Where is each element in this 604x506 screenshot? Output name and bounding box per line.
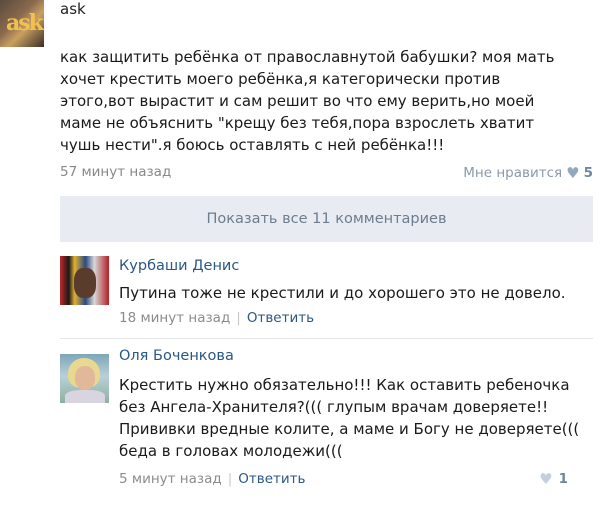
- comment-avatar[interactable]: [60, 354, 109, 403]
- like-label: Мне нравится: [463, 165, 563, 181]
- post-text: как защитить ребёнка от православнутой б…: [60, 46, 600, 156]
- heart-icon: ♥: [566, 164, 580, 182]
- comment-text: Крестить нужно обязательно!!! Как остави…: [119, 374, 579, 462]
- comment-meta: 5 минут назад | Ответить: [119, 471, 305, 487]
- post-like-button[interactable]: Мне нравится ♥ 5: [463, 164, 593, 182]
- heart-icon: ♥: [539, 470, 553, 488]
- comment-text-line: без Ангела-Хранителя?((( глупым врачам д…: [119, 398, 549, 416]
- comment-timestamp[interactable]: 18 минут назад: [119, 310, 230, 326]
- post-text-line: как защитить ребёнка от православнутой б…: [60, 48, 555, 66]
- post-author-avatar[interactable]: ask: [0, 0, 44, 47]
- reply-button[interactable]: Ответить: [238, 471, 305, 487]
- comment-text: Путина тоже не крестили и до хорошего эт…: [119, 282, 566, 304]
- comment-meta: 18 минут назад | Ответить: [119, 310, 314, 326]
- comment-author-name[interactable]: Курбаши Денис: [119, 258, 239, 274]
- meta-separator: |: [227, 471, 233, 487]
- comment-avatar[interactable]: [60, 256, 109, 305]
- meta-separator: |: [236, 310, 241, 326]
- comment-text-line: Прививки вредные колите, а маме и Богу н…: [119, 420, 580, 438]
- comment-text-line: Путина тоже не крестили и до хорошего эт…: [119, 284, 566, 302]
- avatar-logo: ask: [6, 10, 44, 36]
- comment-text-line: Крестить нужно обязательно!!! Как остави…: [119, 376, 570, 394]
- avatar-photo: [74, 268, 96, 298]
- comment-text-line: беда в головах молодежи(((: [119, 442, 343, 460]
- comment-author-name[interactable]: Оля Боченкова: [119, 348, 234, 364]
- post-author-name[interactable]: ask: [60, 0, 86, 18]
- comment-divider: [60, 338, 593, 339]
- avatar-photo-face: [75, 366, 95, 390]
- post-text-line: хочет крестить моего ребёнка,я категорич…: [60, 70, 501, 88]
- post-timestamp[interactable]: 57 минут назад: [60, 164, 171, 180]
- like-count: 1: [558, 471, 568, 487]
- reply-button[interactable]: Ответить: [247, 310, 314, 326]
- avatar-photo-body: [65, 390, 105, 403]
- show-all-comments-button[interactable]: Показать все 11 комментариев: [60, 196, 593, 242]
- post-text-line: маме не объяснить "крещу без тебя,пора в…: [60, 114, 535, 132]
- comment-timestamp[interactable]: 5 минут назад: [119, 471, 222, 487]
- like-count: 5: [583, 165, 593, 181]
- comment-like-button[interactable]: ♥ 1: [539, 470, 568, 488]
- post-text-line: чушь нести".я боюсь оставлять с ней ребё…: [60, 136, 445, 154]
- post-text-line: этого,вот вырастит и сам решит во что ем…: [60, 92, 535, 110]
